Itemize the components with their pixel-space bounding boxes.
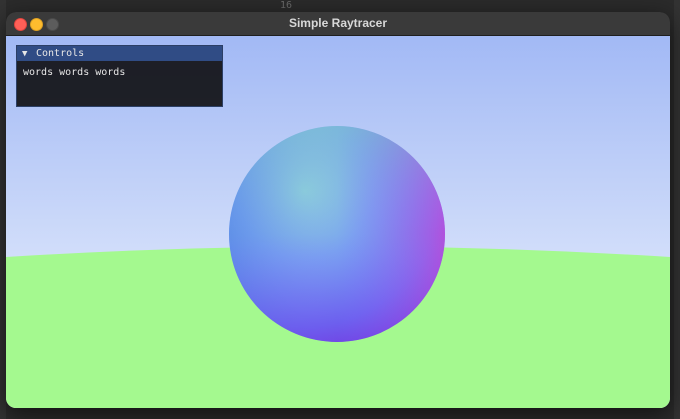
editor-edge-right	[674, 0, 680, 419]
controls-body-text: words words words	[23, 67, 126, 78]
sphere	[229, 126, 445, 342]
editor-line-number: 16	[280, 0, 293, 11]
controls-panel-body: words words words	[17, 61, 222, 84]
controls-panel-header[interactable]: ▼ Controls	[17, 46, 222, 61]
app-window: Simple Raytracer ▼ Controls words words …	[6, 12, 670, 408]
triangle-down-icon[interactable]: ▼	[22, 47, 36, 62]
title-bar[interactable]: Simple Raytracer	[6, 12, 670, 36]
window-title: Simple Raytracer	[288, 16, 388, 30]
controls-panel-title: Controls	[36, 48, 85, 59]
controls-panel: ▼ Controls words words words	[16, 45, 223, 107]
